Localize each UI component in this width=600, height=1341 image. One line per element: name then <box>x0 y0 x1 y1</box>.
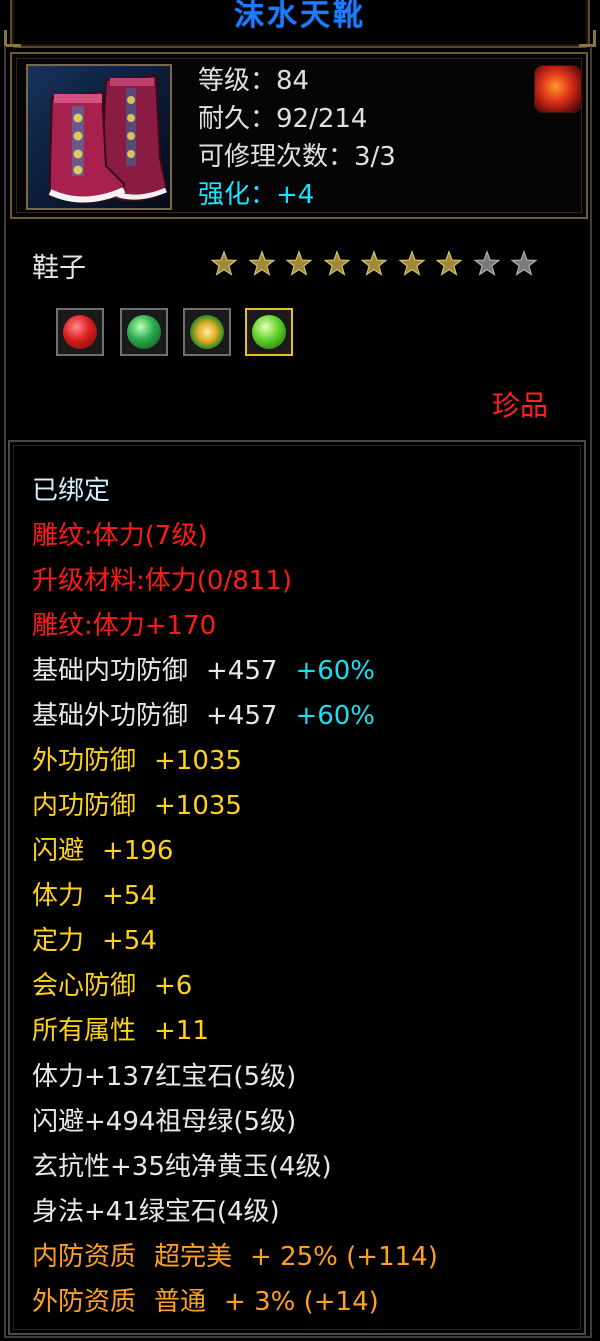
ruby-gem-icon <box>63 315 97 349</box>
stat-outer-def: 外功防御 +1035 <box>32 746 242 776</box>
stat-all-attr: 所有属性 +11 <box>32 1016 209 1046</box>
star-empty-icon <box>510 250 538 278</box>
quality-value: + 25% (+114) <box>250 1242 438 1272</box>
stat-label: 体力 <box>32 881 85 911</box>
gem-slot-3[interactable] <box>183 308 231 356</box>
quality-label: 内防资质 <box>32 1242 137 1272</box>
item-rarity: 珍品 <box>492 389 549 422</box>
stat-label: 闪避 <box>32 836 85 866</box>
quality-value: + 3% (+14) <box>224 1287 379 1317</box>
star-filled-icon <box>435 250 463 278</box>
star-filled-icon <box>247 250 276 278</box>
stat-label: 会心防御 <box>32 971 137 1001</box>
engrave-bonus: 雕纹:体力+170 <box>32 611 217 641</box>
engrave-level: 雕纹:体力(7级) <box>32 521 208 551</box>
stat-label: 基础外功防御 <box>32 701 189 731</box>
quality-label: 外防资质 <box>32 1287 137 1317</box>
star-filled-icon <box>360 250 388 278</box>
green-gem-icon <box>252 315 286 349</box>
stat-label: 基础内功防御 <box>32 656 189 686</box>
star-empty-icon <box>472 250 501 278</box>
title-bar: 沫水天靴 <box>0 0 600 48</box>
stat-crit-def: 会心防御 +6 <box>32 971 192 1001</box>
stat-label: 外功防御 <box>32 746 137 776</box>
stat-value: +457 <box>206 701 278 731</box>
gem-bonus-4: 身法+41绿宝石(4级) <box>32 1197 280 1227</box>
gem-slot-1[interactable] <box>56 308 104 356</box>
gem-bonus-3: 玄抗性+35纯净黄玉(4级) <box>32 1152 332 1182</box>
stat-value: +54 <box>102 881 157 911</box>
quality-grade: 超完美 <box>154 1242 233 1272</box>
star-filled-icon <box>285 250 313 278</box>
stat-value: +54 <box>102 926 157 956</box>
item-header-panel: 等级：84 耐久：92/214 可修理次数：3/3 强化：+4 <box>10 52 588 219</box>
upgrade-material: 升级材料:体力(0/811) <box>32 566 292 596</box>
stat-value: +6 <box>154 971 193 1001</box>
stat-label: 内功防御 <box>32 791 137 821</box>
item-repair-count: 可修理次数：3/3 <box>198 142 396 172</box>
item-name: 沫水天靴 <box>234 0 366 33</box>
star-filled-icon <box>322 250 351 278</box>
gem-slot-2[interactable] <box>120 308 168 356</box>
stat-base-outer-def: 基础外功防御 +457 +60% <box>32 701 375 731</box>
inner-quality: 内防资质 超完美 + 25% (+114) <box>32 1242 438 1272</box>
stat-inner-def: 内功防御 +1035 <box>32 791 242 821</box>
item-enhance: 强化：+4 <box>198 180 315 210</box>
title-corner-right <box>579 30 596 47</box>
emerald-gem-icon <box>127 315 161 349</box>
stat-value: +457 <box>206 656 278 686</box>
gem-bonus-2: 闪避+494祖母绿(5级) <box>32 1107 297 1137</box>
stat-stamina: 体力 +54 <box>32 881 157 911</box>
title-corner-left <box>4 30 21 47</box>
star-rating <box>210 250 540 280</box>
stat-value: +1035 <box>154 791 242 821</box>
stat-focus: 定力 +54 <box>32 926 157 956</box>
star-filled-icon <box>397 250 426 278</box>
stat-label: 定力 <box>32 926 85 956</box>
stat-value: +196 <box>102 836 174 866</box>
gem-bonus-1: 体力+137红宝石(5级) <box>32 1062 297 1092</box>
item-portrait <box>26 64 172 210</box>
stat-value: +11 <box>154 1016 209 1046</box>
topaz-gem-icon <box>190 315 224 349</box>
stat-base-inner-def: 基础内功防御 +457 +60% <box>32 656 375 686</box>
item-category: 鞋子 <box>32 253 86 284</box>
stat-dodge: 闪避 +196 <box>32 836 173 866</box>
item-durability: 耐久：92/214 <box>198 104 368 134</box>
fire-phoenix-icon <box>535 66 581 112</box>
quality-grade: 普通 <box>154 1287 207 1317</box>
stat-label: 所有属性 <box>32 1016 137 1046</box>
star-filled-icon <box>210 250 238 278</box>
outer-quality: 外防资质 普通 + 3% (+14) <box>32 1287 379 1317</box>
stat-bonus: +60% <box>295 656 376 686</box>
item-level: 等级：84 <box>198 66 310 96</box>
stat-value: +1035 <box>154 746 242 776</box>
bound-status: 已绑定 <box>32 476 111 506</box>
gem-slot-4[interactable] <box>245 308 293 356</box>
boots-icon <box>48 74 168 204</box>
stat-bonus: +60% <box>295 701 376 731</box>
